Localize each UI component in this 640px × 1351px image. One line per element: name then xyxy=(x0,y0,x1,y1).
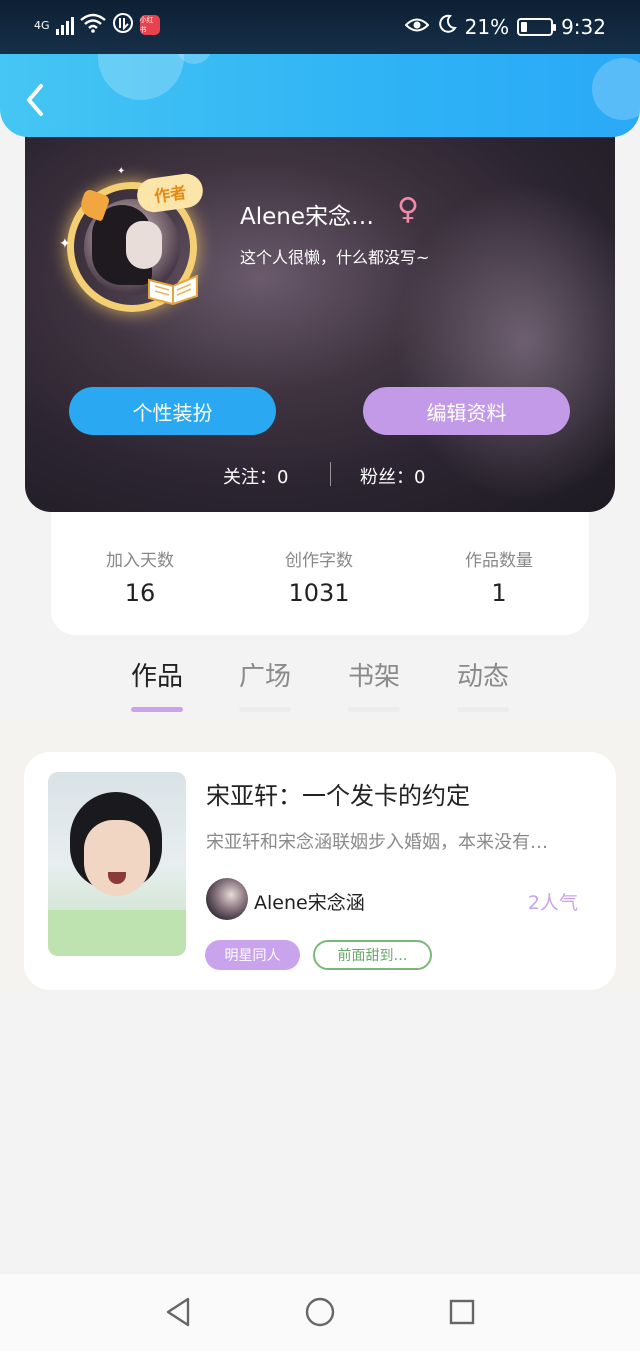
nav-recents-button[interactable] xyxy=(442,1296,482,1332)
data-saver-icon xyxy=(112,12,134,38)
stat-join-days: 加入天数 16 xyxy=(70,546,210,607)
tab-label: 广场 xyxy=(238,662,291,692)
status-bar: 4G 小红书 21% 9:32 xyxy=(0,0,640,54)
signal-icon xyxy=(55,15,74,35)
tab-activity[interactable]: 动态 xyxy=(433,656,533,712)
stat-label: 创作字数 xyxy=(285,551,353,571)
tab-label: 作品 xyxy=(130,662,183,692)
work-card[interactable]: 宋亚轩：一个发卡的约定 宋亚轩和宋念涵联姻步入婚姻，本来没有… Alene宋念涵… xyxy=(24,752,616,990)
signature: 这个人很懒，什么都没写~ xyxy=(240,248,430,267)
back-triangle-icon xyxy=(164,1296,192,1332)
stat-value: 1031 xyxy=(288,579,350,607)
status-left: 4G 小红书 xyxy=(34,12,160,38)
sparkle-icon: ✦ xyxy=(59,236,71,252)
tab-indicator xyxy=(348,707,400,712)
home-circle-icon xyxy=(304,1296,336,1332)
popularity-count: 2人气 xyxy=(527,892,578,914)
female-icon: ♀ xyxy=(397,192,419,227)
stat-value: 1 xyxy=(491,579,507,607)
moon-icon xyxy=(437,14,457,39)
system-nav-bar xyxy=(0,1274,640,1351)
author-name: Alene宋念涵 xyxy=(254,892,365,914)
work-description: 宋亚轩和宋念涵联姻步入婚姻，本来没有… xyxy=(206,832,548,853)
follow-row: 关注：0 粉丝：0 xyxy=(25,460,615,490)
avatar[interactable]: 作者 ✦ ✦ xyxy=(59,166,206,312)
stat-label: 加入天数 xyxy=(106,551,174,571)
tab-bookshelf[interactable]: 书架 xyxy=(324,656,424,712)
status-right: 21% 9:32 xyxy=(404,14,606,39)
sparkle-icon: ✦ xyxy=(117,166,126,177)
tab-square[interactable]: 广场 xyxy=(215,656,315,712)
fans-count[interactable]: 粉丝：0 xyxy=(360,463,425,489)
work-title: 宋亚轩：一个发卡的约定 xyxy=(206,782,470,810)
nickname: Alene宋念… xyxy=(240,204,375,230)
profile-card: 作者 ✦ ✦ Alene宋念… ♀ 这个人很懒，什么都没写~ 个性装扮 编辑资料… xyxy=(25,122,615,512)
app-badge-icon: 小红书 xyxy=(139,15,160,35)
work-author-row: Alene宋念涵 2人气 xyxy=(206,878,596,922)
edit-profile-button[interactable]: 编辑资料 xyxy=(363,387,570,435)
tab-label: 动态 xyxy=(456,662,509,692)
decor-bubble xyxy=(98,54,184,100)
book-icon xyxy=(145,266,201,306)
wifi-icon xyxy=(79,13,106,37)
author-badge: 作者 xyxy=(134,171,206,215)
stat-label: 作品数量 xyxy=(465,551,533,571)
work-cover-image xyxy=(48,772,186,956)
tab-bar: 作品 广场 书架 动态 xyxy=(0,650,640,720)
card-glow xyxy=(395,182,615,502)
stat-works-count: 作品数量 1 xyxy=(429,546,569,607)
tab-indicator xyxy=(131,707,183,712)
following-count[interactable]: 关注：0 xyxy=(223,463,288,489)
nav-home-button[interactable] xyxy=(300,1296,340,1332)
tab-indicator xyxy=(239,707,291,712)
divider xyxy=(330,462,331,486)
network-label: 4G xyxy=(34,18,50,32)
dress-up-button[interactable]: 个性装扮 xyxy=(69,387,276,435)
tab-works[interactable]: 作品 xyxy=(107,656,207,712)
chevron-left-icon xyxy=(25,83,45,121)
tab-indicator xyxy=(457,707,509,712)
clock: 9:32 xyxy=(561,14,606,39)
stat-word-count: 创作字数 1031 xyxy=(249,546,389,607)
decor-bubble xyxy=(592,58,640,120)
battery-fill xyxy=(521,21,528,32)
nav-back-button[interactable] xyxy=(158,1296,198,1332)
recents-square-icon xyxy=(448,1298,476,1330)
back-button[interactable] xyxy=(20,84,50,120)
app-header xyxy=(0,54,640,137)
eye-comfort-icon xyxy=(404,15,430,39)
tab-label: 书架 xyxy=(347,662,400,692)
battery-icon xyxy=(517,17,557,36)
author-avatar xyxy=(206,878,248,920)
stat-value: 16 xyxy=(124,579,156,607)
work-tag[interactable]: 前面甜到… xyxy=(313,940,432,970)
work-tag[interactable]: 明星同人 xyxy=(205,940,300,970)
stats-card: 加入天数 16 创作字数 1031 作品数量 1 xyxy=(51,512,589,635)
battery-percent: 21% xyxy=(464,14,510,39)
